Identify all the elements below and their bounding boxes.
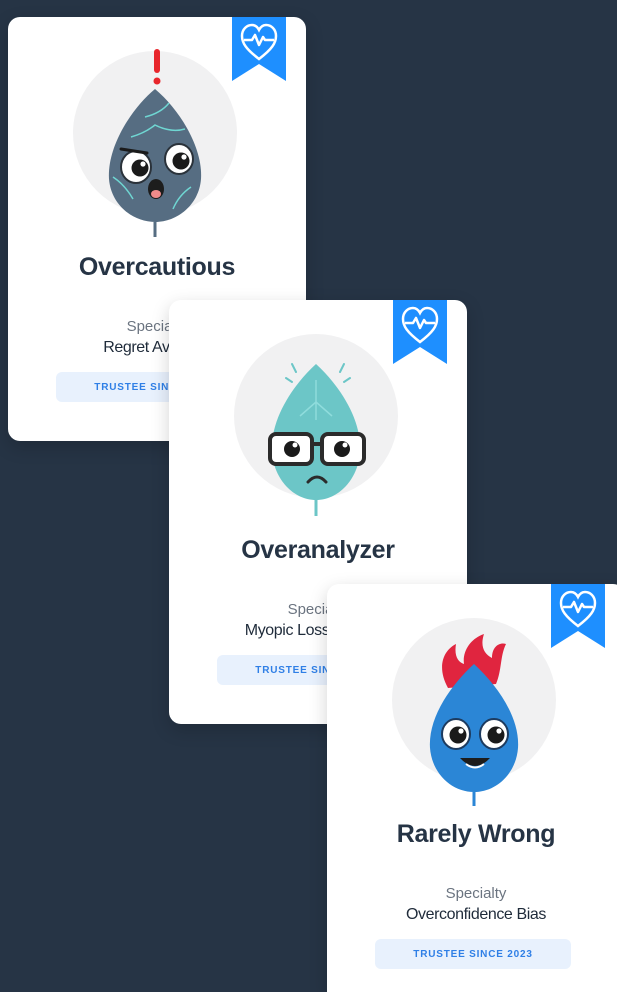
- rarely-wrong-leaf-icon: [429, 634, 519, 806]
- specialty-label: Specialty: [445, 885, 507, 902]
- heart-pulse-ribbon-icon: [232, 17, 286, 81]
- heart-pulse-ribbon-icon: [551, 584, 605, 648]
- specialty-value: Overconfidence Bias: [405, 906, 547, 923]
- heart-pulse-ribbon-icon: [393, 300, 447, 364]
- trustee-since-badge: TRUSTEE SINCE 2023: [375, 939, 571, 969]
- card-name: Overanalyzer: [241, 536, 395, 564]
- avatar: [73, 49, 237, 237]
- overcautious-leaf-icon: [108, 49, 202, 237]
- overanalyzer-leaf-icon: [268, 363, 366, 516]
- avatar: [234, 334, 398, 516]
- avatar: [392, 618, 556, 806]
- trustee-card-rarely-wrong[interactable]: Rarely Wrong Specialty Overconfidence Bi…: [327, 584, 617, 992]
- card-name: Rarely Wrong: [396, 820, 556, 848]
- card-name: Overcautious: [78, 253, 236, 281]
